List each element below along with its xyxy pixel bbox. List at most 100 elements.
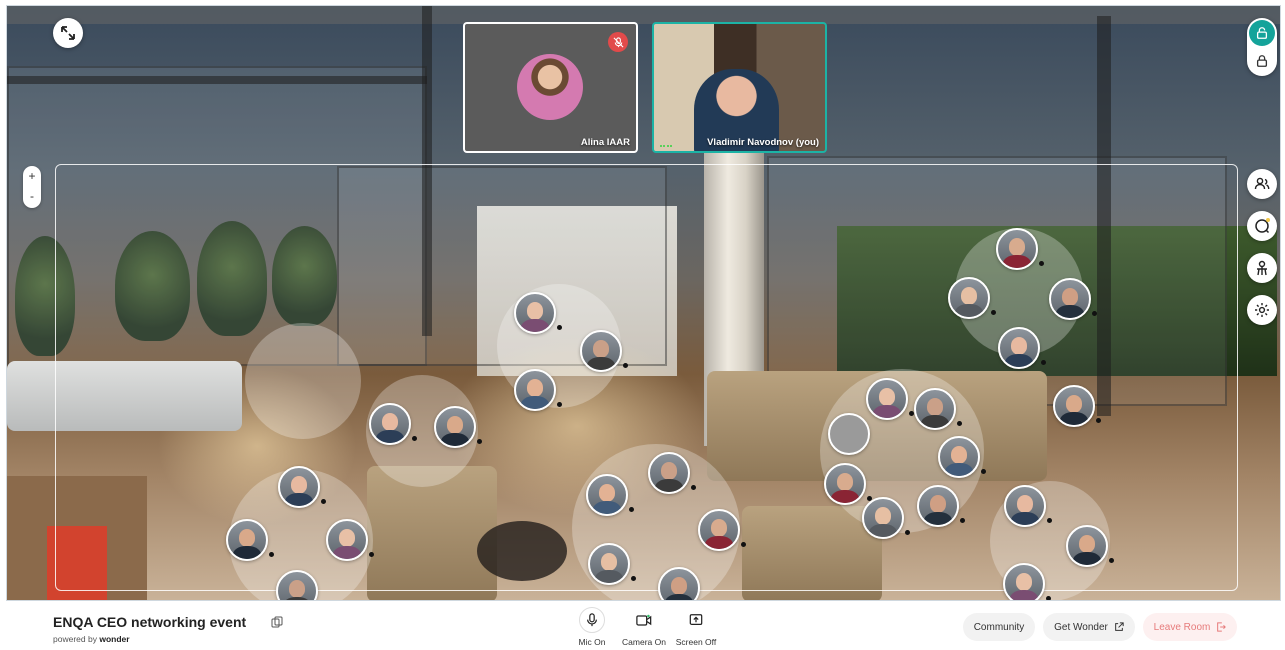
expand-icon	[61, 26, 75, 40]
speaking-dot	[369, 552, 374, 557]
people-icon	[1254, 177, 1270, 190]
zoom-control: + -	[23, 166, 41, 208]
participant-avatar[interactable]	[998, 327, 1040, 369]
avatar-body	[1059, 412, 1089, 425]
avatar-body	[1009, 590, 1039, 600]
avatar-face	[526, 379, 544, 397]
camera-toggle[interactable]	[631, 607, 657, 633]
screen-share-toggle[interactable]	[683, 607, 709, 633]
video-tile-vladimir[interactable]: Vladimir Navodnov (you)	[652, 22, 827, 153]
video-tile-alina[interactable]: Alina IAAR	[463, 22, 638, 153]
speaking-dot	[957, 421, 962, 426]
speaking-dot	[629, 507, 634, 512]
powered-by: powered by wonder	[53, 634, 130, 644]
participant-avatar[interactable]	[698, 509, 740, 551]
participant-avatar[interactable]	[1066, 525, 1108, 567]
avatar-body	[520, 319, 550, 332]
participant-avatar[interactable]	[658, 567, 700, 600]
participant-avatar[interactable]	[326, 519, 368, 561]
camera-label: Camera On	[622, 637, 666, 647]
participant-avatar[interactable]	[866, 378, 908, 420]
camera-button[interactable]: Camera On	[614, 607, 674, 647]
mic-toggle[interactable]	[579, 607, 605, 633]
participant-avatar[interactable]	[1004, 485, 1046, 527]
speaking-dot	[412, 436, 417, 441]
participant-avatar[interactable]	[914, 388, 956, 430]
avatar-face	[526, 302, 544, 320]
participant-avatar[interactable]	[226, 519, 268, 561]
participant-avatar[interactable]	[917, 485, 959, 527]
participant-avatar[interactable]	[938, 436, 980, 478]
settings-button[interactable]	[1247, 295, 1277, 325]
avatar-face	[878, 388, 896, 406]
camera-icon	[636, 614, 652, 626]
avatar-body	[1010, 512, 1040, 525]
participant-avatar[interactable]	[648, 452, 690, 494]
leave-room-button[interactable]: Leave Room	[1143, 613, 1237, 641]
placeholder-avatar[interactable]	[828, 413, 870, 455]
participant-avatar[interactable]	[369, 403, 411, 445]
participant-avatar[interactable]	[1003, 563, 1045, 600]
participant-avatar[interactable]	[1049, 278, 1091, 320]
event-title: ENQA CEO networking event	[53, 614, 247, 630]
avatar-body	[586, 357, 616, 370]
participant-avatar[interactable]	[996, 228, 1038, 270]
video-name: Vladimir Navodnov (you)	[707, 137, 819, 148]
avatar-face	[950, 446, 968, 464]
avatar-face	[926, 398, 944, 416]
participant-avatar[interactable]	[514, 369, 556, 411]
participant-avatar[interactable]	[588, 543, 630, 585]
participant-avatar[interactable]	[514, 292, 556, 334]
broadcast-button[interactable]	[1247, 253, 1277, 283]
zoom-in-button[interactable]: +	[23, 166, 41, 186]
avatar-face	[238, 529, 256, 547]
get-wonder-button[interactable]: Get Wonder	[1043, 613, 1135, 641]
speaking-dot	[1046, 596, 1051, 600]
avatar-body	[332, 546, 362, 559]
participant-avatar[interactable]	[434, 406, 476, 448]
participant-avatar[interactable]	[580, 330, 622, 372]
avatar-face	[1016, 495, 1034, 513]
speaking-dot	[691, 485, 696, 490]
speaking-dot	[1092, 311, 1097, 316]
people-button[interactable]	[1247, 169, 1277, 199]
zoom-out-button[interactable]: -	[23, 186, 41, 206]
avatar-face	[338, 529, 356, 547]
chat-button[interactable]	[1247, 211, 1277, 241]
participant-avatar[interactable]	[278, 466, 320, 508]
room-lock-toggle[interactable]	[1247, 18, 1277, 76]
participant-avatar[interactable]	[586, 474, 628, 516]
avatar-body	[232, 546, 262, 559]
community-label: Community	[973, 621, 1025, 633]
participant-avatar[interactable]	[824, 463, 866, 505]
avatar-body	[282, 597, 312, 600]
unlock-option[interactable]	[1249, 20, 1275, 46]
chat-icon	[1255, 218, 1270, 234]
avatar-body	[923, 512, 953, 525]
settings-icon	[1255, 303, 1269, 317]
avatar-body	[944, 463, 974, 476]
participant-avatar[interactable]	[862, 497, 904, 539]
video-feed	[517, 54, 583, 120]
mic-button[interactable]: Mic On	[562, 607, 622, 647]
avatar-body	[1002, 255, 1032, 268]
lock-option[interactable]	[1249, 48, 1275, 74]
room-canvas[interactable]: + - Alina IAAR Vladimir Navodnov (you)	[6, 5, 1281, 601]
avatar-body	[440, 433, 470, 446]
participant-avatar[interactable]	[1053, 385, 1095, 427]
conversation-bubble[interactable]	[245, 323, 361, 439]
screen-share-button[interactable]: Screen Off	[666, 607, 726, 647]
avatar-face	[446, 416, 464, 434]
community-button[interactable]: Community	[963, 613, 1035, 641]
avatar-face	[592, 340, 610, 358]
copy-link-icon[interactable]	[271, 616, 283, 628]
speaking-dot	[1039, 261, 1044, 266]
avatar-face	[1061, 288, 1079, 306]
avatar-body	[868, 524, 898, 537]
fullscreen-button[interactable]	[53, 18, 83, 48]
avatar-body	[375, 430, 405, 443]
speaking-dot	[269, 552, 274, 557]
speaking-dot	[1109, 558, 1114, 563]
participant-avatar[interactable]	[948, 277, 990, 319]
avatar-body	[594, 570, 624, 583]
